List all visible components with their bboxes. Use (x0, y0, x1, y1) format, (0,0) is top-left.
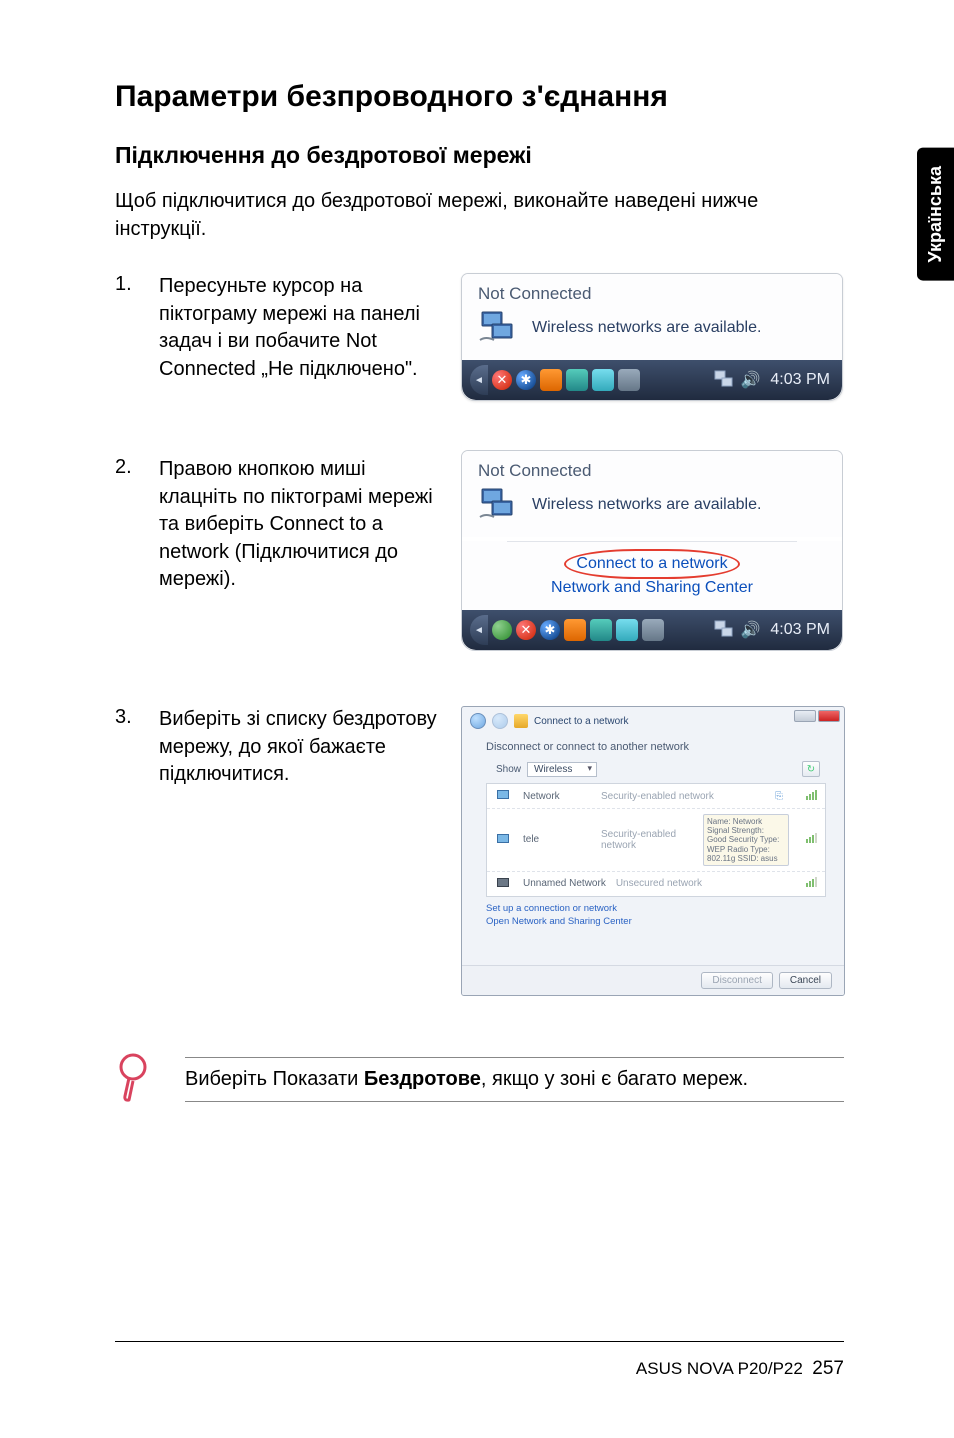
system-tray: ◄ ✕ ✱ 🔊 4:03 PM (462, 360, 842, 400)
tray-volume-icon[interactable]: 🔊 (740, 370, 760, 390)
network-type: Security-enabled network (601, 829, 693, 851)
dialog-title: Connect to a network (534, 716, 629, 727)
tray2-gray-icon[interactable] (642, 619, 664, 641)
ctx-network-sharing-center[interactable]: Network and Sharing Center (551, 576, 753, 600)
tip-text: Виберіть Показати Бездротове, якщо у зон… (185, 1057, 844, 1102)
show-select[interactable]: Wireless (527, 762, 597, 777)
tray-orange-icon[interactable] (540, 369, 562, 391)
page-footer: ASUS NOVA P20/P22 257 (636, 1358, 844, 1380)
tip-note: Виберіть Показати Бездротове, якщо у зон… (115, 1051, 844, 1108)
system-tray-2: ◄ ✕ ✱ 🔊 4:03 PM (462, 610, 842, 650)
connect-button[interactable]: Disconnect (701, 972, 772, 989)
signal-bars-icon (799, 877, 817, 890)
network-name: tele (523, 834, 591, 845)
network-item-icon (495, 789, 513, 803)
tray-bluetooth-icon[interactable]: ✱ (516, 370, 536, 390)
magnifying-glass-icon (115, 1051, 155, 1108)
step-3-screenshot: Connect to a network Disconnect or conne… (461, 706, 845, 996)
refresh-button[interactable]: ↻ (802, 761, 820, 777)
show-label: Show (496, 764, 521, 775)
network-item-icon (495, 833, 513, 847)
tray2-bluetooth-icon[interactable]: ✱ (540, 620, 560, 640)
minimize-button[interactable] (794, 710, 816, 722)
tray-teal-icon[interactable] (566, 369, 588, 391)
close-button[interactable] (818, 710, 840, 722)
intro-paragraph: Щоб підключитися до бездротової мережі, … (115, 187, 844, 243)
network-type: Unsecured network (616, 878, 789, 889)
link-open-sharing-center[interactable]: Open Network and Sharing Center (486, 916, 820, 929)
network-name: Unnamed Network (523, 878, 606, 889)
tray2-expand-arrow-icon[interactable]: ◄ (470, 615, 488, 645)
flyout2-title: Not Connected (478, 461, 826, 481)
tray2-volume-icon[interactable]: 🔊 (740, 620, 760, 640)
cancel-button[interactable]: Cancel (779, 972, 832, 989)
tray-cyan-icon[interactable] (592, 369, 614, 391)
tray-expand-arrow-icon[interactable]: ◄ (470, 365, 488, 395)
footer-product: ASUS NOVA P20/P22 (636, 1359, 803, 1378)
tray2-cyan-icon[interactable] (616, 619, 638, 641)
footer-rule (115, 1341, 844, 1342)
network-list: Network Security-enabled network ⎘ tele … (486, 783, 826, 897)
step-2-number: 2. (115, 456, 159, 479)
network-row[interactable]: Unnamed Network Unsecured network (487, 872, 825, 896)
network-item-icon (495, 877, 513, 891)
flyout-with-context-menu: Not Connected Wireless networks are (461, 450, 843, 651)
tray2-orange-icon[interactable] (564, 619, 586, 641)
tray2-network-icon[interactable] (714, 619, 736, 641)
tray2-clock[interactable]: 4:03 PM (764, 621, 834, 639)
link-setup-connection[interactable]: Set up a connection or network (486, 903, 820, 916)
ctx-connect-to-network[interactable]: Connect to a network (576, 552, 727, 576)
step-2: 2. Правою кнопкою миші клацніть по пікто… (115, 456, 844, 651)
network-row[interactable]: Network Security-enabled network ⎘ (487, 784, 825, 809)
network-monitors-icon (478, 310, 518, 346)
connected-indicator-icon: ⎘ (775, 791, 789, 802)
footer-page-number: 257 (812, 1358, 844, 1379)
step-1-screenshot: Not Connected Wireless networks are (461, 273, 843, 401)
step-1-text: Пересуньте курсор на піктограму мережі н… (159, 273, 449, 383)
tray2-green-icon[interactable] (492, 620, 512, 640)
network-name: Network (523, 791, 591, 802)
signal-bars-icon (799, 833, 817, 846)
network-row[interactable]: tele Security-enabled network Name: Netw… (487, 809, 825, 872)
connect-to-network-dialog: Connect to a network Disconnect or conne… (461, 706, 845, 996)
flyout-not-connected: Not Connected Wireless networks are (461, 273, 843, 401)
tray-clock[interactable]: 4:03 PM (764, 371, 834, 389)
step-2-text: Правою кнопкою миші клацніть по піктогра… (159, 456, 449, 594)
flyout-title: Not Connected (478, 284, 826, 304)
signal-bars-icon (799, 790, 817, 803)
dialog-subheader: Disconnect or connect to another network (462, 733, 844, 759)
page-heading: Параметри безпроводного з'єднання (115, 80, 844, 114)
flyout-message: Wireless networks are available. (532, 319, 761, 337)
forward-button[interactable] (492, 713, 508, 729)
step-3-text: Виберіть зі списку бездротову мережу, до… (159, 706, 449, 789)
section-heading: Підключення до бездротової мережі (115, 142, 844, 169)
tray-network-icon[interactable] (714, 369, 736, 391)
back-button[interactable] (470, 713, 486, 729)
flyout2-message: Wireless networks are available. (532, 496, 761, 514)
step-3-number: 3. (115, 706, 159, 729)
context-menu: Connect to a network Network and Sharing… (462, 541, 842, 610)
step-1-number: 1. (115, 273, 159, 296)
tray2-teal-icon[interactable] (590, 619, 612, 641)
dialog-titlebar-buttons (794, 710, 840, 722)
dialog-header-icon (514, 714, 528, 728)
tray-gray-icon[interactable] (618, 369, 640, 391)
network-monitors-icon-2 (478, 487, 518, 523)
network-type: Security-enabled network (601, 791, 765, 802)
step-1: 1. Пересуньте курсор на піктограму мереж… (115, 273, 844, 401)
step-2-screenshot: Not Connected Wireless networks are (461, 456, 843, 651)
tray2-status-red-icon[interactable]: ✕ (516, 620, 536, 640)
network-tooltip: Name: Network Signal Strength: Good Secu… (703, 814, 789, 866)
language-side-tab: Українська (917, 148, 954, 281)
tray-status-red-icon[interactable]: ✕ (492, 370, 512, 390)
step-3: 3. Виберіть зі списку бездротову мережу,… (115, 706, 844, 996)
